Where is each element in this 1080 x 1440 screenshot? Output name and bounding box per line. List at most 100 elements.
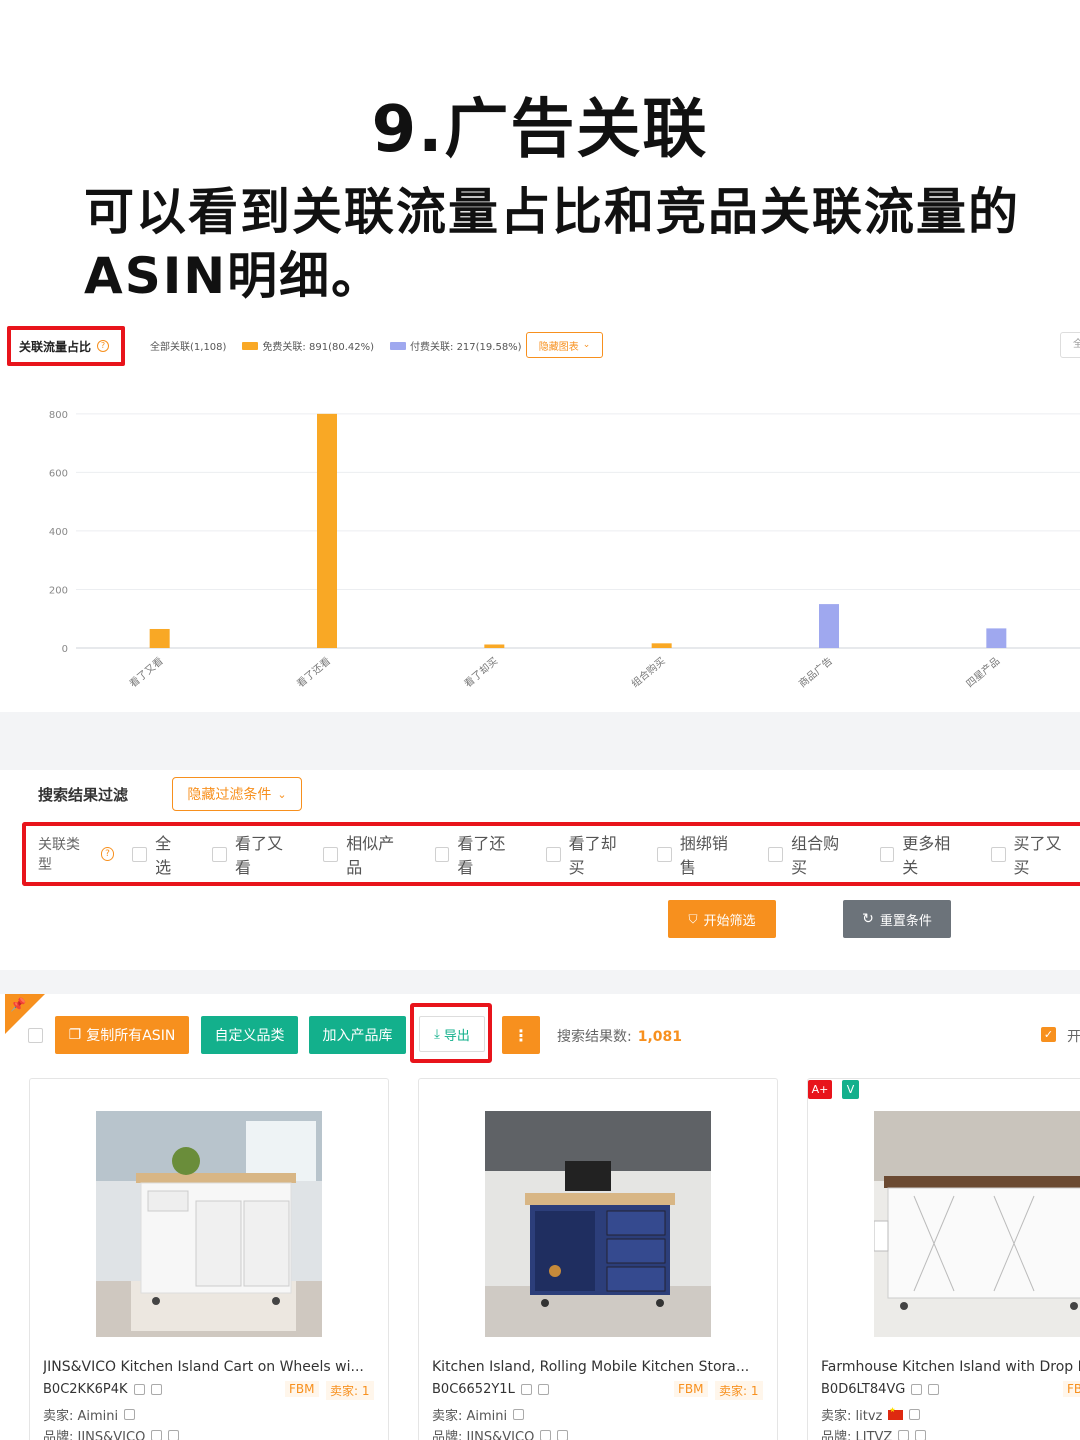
custom-category-button[interactable]: 自定义品类 — [201, 1016, 298, 1054]
copy-all-asin-button[interactable]: ❐ 复制所有ASIN — [55, 1016, 189, 1054]
right-option-label: 开 — [1067, 1029, 1080, 1045]
product-brand: 品牌: LITVZ — [821, 1426, 927, 1440]
reset-filter-button[interactable]: ↻ 重置条件 — [843, 900, 951, 938]
chart-legend: 全部关联(1,108) 免费关联: 891(80.42%) 付费关联: 217(… — [150, 338, 538, 353]
product-card[interactable]: JINS&VICO Kitchen Island Cart on Wheels … — [29, 1078, 389, 1440]
copy-icon[interactable] — [520, 1384, 532, 1395]
external-link-icon[interactable] — [168, 1430, 180, 1440]
chart-right-control[interactable]: 全 — [1060, 332, 1080, 358]
copy-icon[interactable] — [540, 1430, 552, 1440]
product-seller: 卖家: litvz — [821, 1405, 921, 1424]
legend-paid[interactable]: 付费关联: 217(19.58%) — [390, 338, 522, 353]
result-count-value: 1,081 — [637, 1029, 683, 1045]
legend-free[interactable]: 免费关联: 891(80.42%) — [242, 338, 374, 353]
chart-title: 关联流量占比 — [19, 339, 92, 354]
external-link-icon[interactable] — [928, 1384, 940, 1395]
fbm-badge: FB — [1063, 1381, 1080, 1397]
x-tick-label: 看了却买 — [461, 654, 500, 690]
v-badge: V — [842, 1080, 859, 1099]
filter-heading: 搜索结果过滤 — [38, 786, 129, 804]
help-icon[interactable]: ? — [97, 340, 110, 352]
relation-type-filter: 关联类型 ? 全选 看了又看 相似产品 看了还看 看了却买 捆绑销售 组合购买 … — [22, 822, 1080, 886]
add-to-product-library-button[interactable]: 加入产品库 — [309, 1016, 406, 1054]
hide-filter-button[interactable]: 隐藏过滤条件 ⌄ — [172, 777, 302, 811]
start-filter-button[interactable]: ⛉ 开始筛选 — [668, 900, 776, 938]
right-option-checkbox[interactable]: ✓ — [1041, 1027, 1056, 1042]
pin-icon[interactable]: 📌 — [10, 998, 26, 1013]
product-image[interactable] — [96, 1111, 322, 1337]
copy-icon[interactable] — [151, 1430, 163, 1440]
product-asin: B0C2KK6P4K — [43, 1382, 162, 1397]
product-card[interactable]: Kitchen Island, Rolling Mobile Kitchen S… — [418, 1078, 778, 1440]
bar — [986, 628, 1007, 648]
chevron-down-icon: ⌄ — [277, 787, 287, 801]
product-image[interactable] — [874, 1111, 1080, 1337]
select-all-checkbox[interactable] — [28, 1028, 43, 1043]
filter-panel: 搜索结果过滤 隐藏过滤条件 ⌄ 关联类型 ? 全选 看了又看 相似产品 看了还看 … — [5, 770, 1080, 970]
product-image[interactable] — [485, 1111, 711, 1337]
y-tick-label: 800 — [49, 410, 68, 421]
product-asin: B0D6LT84VG — [821, 1382, 940, 1397]
product-card[interactable]: Farmhouse Kitchen Island with Drop Leaf … — [807, 1078, 1080, 1440]
fbm-badge: FBM — [674, 1381, 708, 1397]
more-options-button[interactable]: ⋮ — [502, 1016, 540, 1054]
external-link-icon[interactable] — [124, 1409, 136, 1420]
results-panel: 📌 ❐ 复制所有ASIN 自定义品类 加入产品库 ⤓ 导出 ⋮ 搜索结果数: 1,08… — [5, 994, 1080, 1440]
product-asin: B0C6652Y1L — [432, 1382, 549, 1397]
hide-chart-button[interactable]: 隐藏图表 ⌄ — [526, 332, 603, 358]
bar — [149, 628, 170, 648]
refresh-icon: ↻ — [862, 911, 874, 927]
bar-chart: 0 200 400 600 800 看了又看 看了还看 看了却买 组合购买 商品广告 四星产品 — [49, 410, 1080, 690]
checkbox-viewed-but-bought[interactable]: 看了却买 — [545, 830, 631, 878]
product-seller: 卖家: Aimini — [432, 1405, 525, 1424]
chart-title-highlight: 关联流量占比 ? — [7, 326, 125, 366]
export-button[interactable]: ⤓ 导出 — [419, 1016, 485, 1052]
external-link-icon[interactable] — [557, 1430, 569, 1440]
product-brand: 品牌: JINS&VICO — [43, 1426, 180, 1440]
product-brand: 品牌: JINS&VICO — [432, 1426, 569, 1440]
result-count: 搜索结果数: 1,081 — [557, 1029, 683, 1045]
checkbox-bought-also-bought[interactable]: 买了又买 — [990, 830, 1076, 878]
external-link-icon[interactable] — [915, 1430, 927, 1440]
external-link-icon[interactable] — [150, 1384, 162, 1395]
copy-icon: ❐ — [68, 1027, 82, 1043]
chart-panel: 关联流量占比 ? 全部关联(1,108) 免费关联: 891(80.42%) 付… — [0, 318, 1080, 710]
external-link-icon[interactable] — [909, 1409, 921, 1420]
seller-count-badge: 卖家: 1 — [326, 1381, 374, 1400]
bar — [819, 604, 839, 648]
checkbox-select-all[interactable]: 全选 — [132, 830, 186, 878]
product-title[interactable]: JINS&VICO Kitchen Island Cart on Wheels … — [43, 1359, 383, 1375]
x-tick-label: 看了还看 — [294, 654, 333, 690]
product-seller: 卖家: Aimini — [43, 1405, 136, 1424]
copy-icon[interactable] — [133, 1384, 145, 1395]
external-link-icon[interactable] — [537, 1384, 549, 1395]
filter-icon: ⛉ — [688, 911, 698, 926]
checkbox-viewed-also-viewed[interactable]: 看了又看 — [212, 830, 297, 878]
y-tick-label: 400 — [49, 527, 68, 538]
y-tick-label: 0 — [62, 644, 68, 655]
checkbox-bundle-sales[interactable]: 捆绑销售 — [657, 830, 742, 878]
page-subtitle: 可以看到关联流量占比和竞品关联流量的ASIN明细。 — [84, 183, 1020, 305]
checkbox-viewed-also-viewed-2[interactable]: 看了还看 — [434, 830, 520, 878]
seller-count-badge: 卖家: 1 — [715, 1381, 763, 1400]
legend-paid-swatch — [390, 341, 407, 350]
external-link-icon[interactable] — [513, 1409, 525, 1420]
page-title: 9.广告关联 — [371, 93, 709, 167]
checkbox-combo-purchase[interactable]: 组合购买 — [768, 830, 853, 878]
copy-icon[interactable] — [898, 1430, 910, 1440]
copy-icon[interactable] — [911, 1384, 923, 1395]
x-tick-label: 商品广告 — [796, 654, 835, 690]
checkbox-similar-products[interactable]: 相似产品 — [323, 830, 408, 878]
bar — [484, 644, 505, 648]
y-tick-label: 200 — [49, 585, 68, 596]
bar — [651, 643, 672, 648]
chevron-down-icon: ⌄ — [582, 340, 591, 350]
china-flag-icon — [888, 1406, 904, 1420]
checkbox-more-related[interactable]: 更多相关 — [879, 830, 965, 878]
product-title[interactable]: Farmhouse Kitchen Island with Drop Leaf — [821, 1359, 1080, 1375]
x-tick-label: 四星产品 — [963, 654, 1002, 690]
fbm-badge: FBM — [285, 1381, 319, 1397]
legend-all[interactable]: 全部关联(1,108) — [150, 338, 226, 353]
product-title[interactable]: Kitchen Island, Rolling Mobile Kitchen S… — [432, 1359, 772, 1375]
help-icon[interactable]: ? — [100, 847, 115, 861]
